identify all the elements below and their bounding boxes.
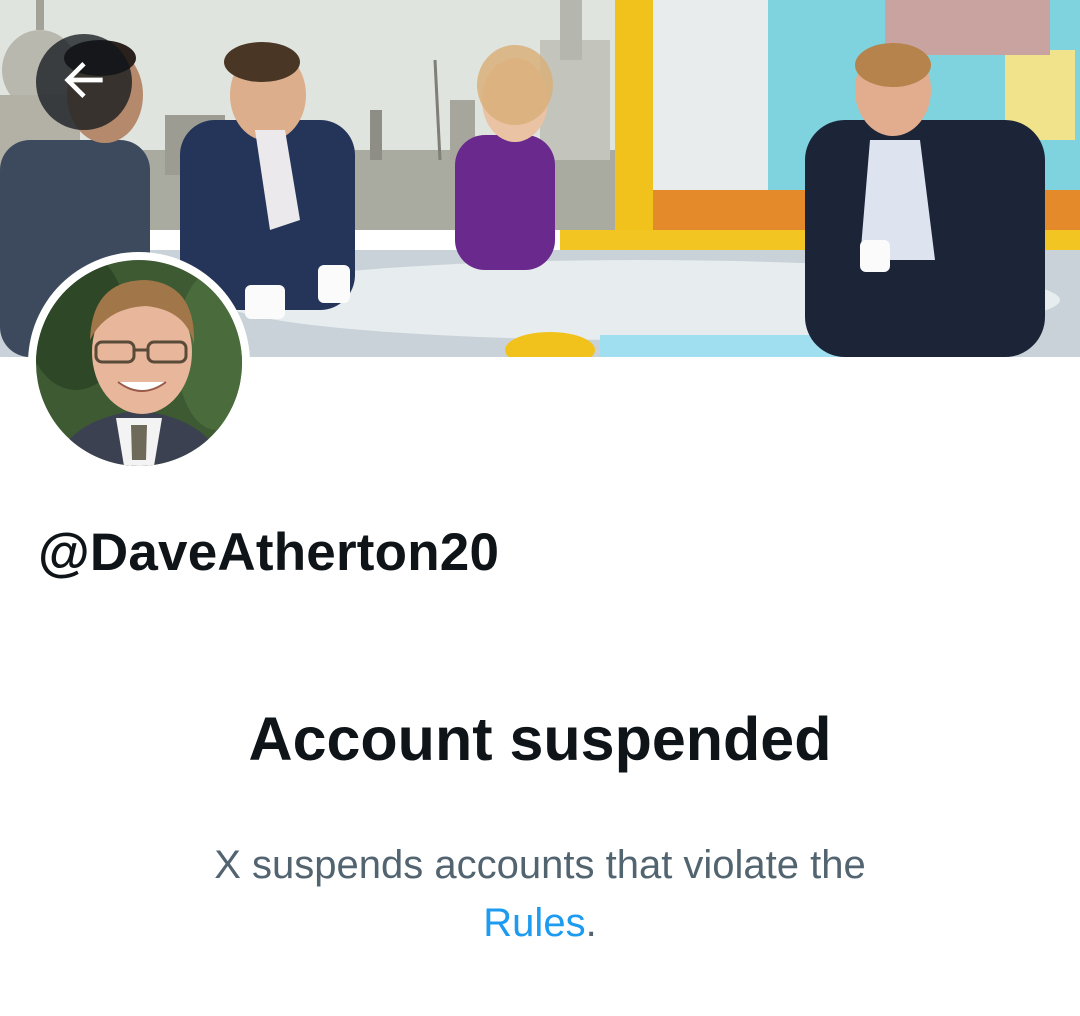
suspended-message: X suspends accounts that violate the Rul… xyxy=(120,836,960,952)
arrow-left-icon xyxy=(56,52,112,113)
suspended-title: Account suspended xyxy=(248,705,832,773)
profile-handle: @DaveAtherton20 xyxy=(38,523,500,582)
rules-link[interactable]: Rules xyxy=(483,901,585,945)
suspended-message-period: . xyxy=(585,901,597,945)
suspended-message-text: X suspends accounts that violate the xyxy=(214,843,866,887)
profile-avatar[interactable] xyxy=(28,252,250,474)
back-button[interactable] xyxy=(36,34,132,130)
